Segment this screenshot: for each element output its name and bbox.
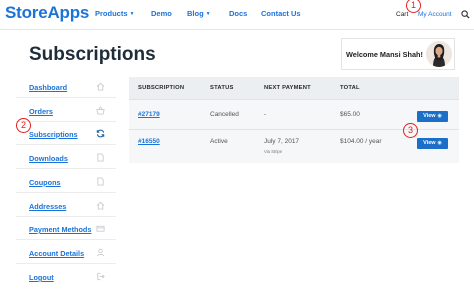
- eye-icon: ◉: [437, 140, 442, 146]
- sidebar-item-payment-methods[interactable]: Payment Methods: [16, 218, 116, 240]
- subscription-status: Active: [210, 138, 228, 145]
- view-button-label: View: [423, 140, 436, 146]
- sidebar-item-label: Account Details: [29, 249, 85, 258]
- subscription-link[interactable]: #16550: [138, 138, 160, 145]
- view-button[interactable]: View ◉: [417, 138, 448, 149]
- nav-demo[interactable]: Demo: [151, 9, 172, 18]
- storeapps-logo[interactable]: StoreApps: [5, 3, 89, 23]
- welcome-card: Welcome Mansi Shah!: [341, 38, 455, 70]
- basket-icon: [96, 106, 105, 115]
- avatar-photo-icon: [426, 41, 452, 67]
- refresh-icon: [96, 129, 105, 138]
- nav-contact-us-label: Contact Us: [261, 9, 301, 18]
- eye-icon: ◉: [437, 113, 442, 119]
- view-button-label: View: [423, 113, 436, 119]
- top-navigation-bar: StoreApps Products ▼ Demo Blog ▼ Docs Cont…: [0, 0, 474, 30]
- column-header-next-payment: NEXT PAYMENT: [264, 85, 311, 91]
- payment-method-note: Via Stripe: [264, 149, 283, 154]
- view-button[interactable]: View ◉: [417, 111, 448, 122]
- sidebar-item-coupons[interactable]: Coupons: [16, 171, 116, 193]
- sidebar-item-downloads[interactable]: Downloads: [16, 147, 116, 169]
- card-icon: [96, 225, 105, 232]
- logout-icon: [97, 272, 105, 281]
- column-header-total: TOTAL: [340, 85, 360, 91]
- sidebar-item-label: Payment Methods: [29, 225, 92, 234]
- chevron-down-icon: ▼: [205, 11, 211, 17]
- search-icon[interactable]: [461, 10, 470, 19]
- user-icon: [96, 248, 105, 257]
- sidebar-item-subscriptions[interactable]: Subscriptions: [16, 123, 116, 145]
- column-header-subscription: SUBSCRIPTION: [138, 85, 185, 91]
- sidebar-item-label: Orders: [29, 107, 53, 116]
- sidebar-item-account-details[interactable]: Account Details: [16, 242, 116, 264]
- house-icon: [96, 201, 105, 210]
- nav-demo-label: Demo: [151, 9, 172, 18]
- sidebar-item-label: Downloads: [29, 154, 68, 163]
- subscription-total: $65.00: [340, 111, 360, 118]
- sidebar-item-dashboard[interactable]: Dashboard: [16, 76, 116, 98]
- subscriptions-table: SUBSCRIPTION STATUS NEXT PAYMENT TOTAL #…: [129, 77, 459, 163]
- next-payment-date: July 7, 2017: [264, 138, 300, 145]
- page-title: Subscriptions: [29, 44, 156, 65]
- page: StoreApps Products ▼ Demo Blog ▼ Docs Cont…: [0, 0, 474, 295]
- nav-docs[interactable]: Docs: [229, 9, 247, 18]
- nav-blog-label: Blog: [187, 9, 204, 18]
- file-icon: [97, 153, 104, 162]
- table-header: SUBSCRIPTION STATUS NEXT PAYMENT TOTAL: [129, 77, 459, 99]
- house-icon: [96, 82, 105, 91]
- file-icon: [97, 177, 104, 186]
- annotation-marker-2: 2: [16, 118, 31, 133]
- sidebar-item-label: Logout: [29, 273, 54, 282]
- nav-products[interactable]: Products ▼: [95, 9, 134, 18]
- nav-blog[interactable]: Blog ▼: [187, 9, 211, 18]
- next-payment-date: -: [264, 111, 267, 118]
- chevron-down-icon: ▼: [129, 11, 135, 17]
- annotation-marker-3: 3: [403, 123, 418, 138]
- subscription-link[interactable]: #27179: [138, 111, 160, 118]
- sidebar-item-label: Dashboard: [29, 83, 68, 92]
- welcome-message: Welcome Mansi Shah!: [346, 50, 423, 59]
- sidebar-item-logout[interactable]: Logout: [16, 266, 116, 288]
- sidebar-item-label: Subscriptions: [29, 130, 78, 139]
- nav-contact-us[interactable]: Contact Us: [261, 9, 301, 18]
- my-account-link[interactable]: My Account: [418, 11, 452, 18]
- sidebar-item-label: Addresses: [29, 202, 67, 211]
- cart-link[interactable]: Cart: [396, 11, 408, 18]
- sidebar-item-orders[interactable]: Orders: [16, 100, 116, 122]
- subscription-status: Cancelled: [210, 111, 239, 118]
- subscription-total: $104.00 / year: [340, 138, 382, 145]
- nav-products-label: Products: [95, 9, 128, 18]
- nav-docs-label: Docs: [229, 9, 248, 18]
- sidebar-item-label: Coupons: [29, 178, 61, 187]
- sidebar-item-addresses[interactable]: Addresses: [16, 195, 116, 217]
- avatar[interactable]: [426, 41, 452, 67]
- column-header-status: STATUS: [210, 85, 234, 91]
